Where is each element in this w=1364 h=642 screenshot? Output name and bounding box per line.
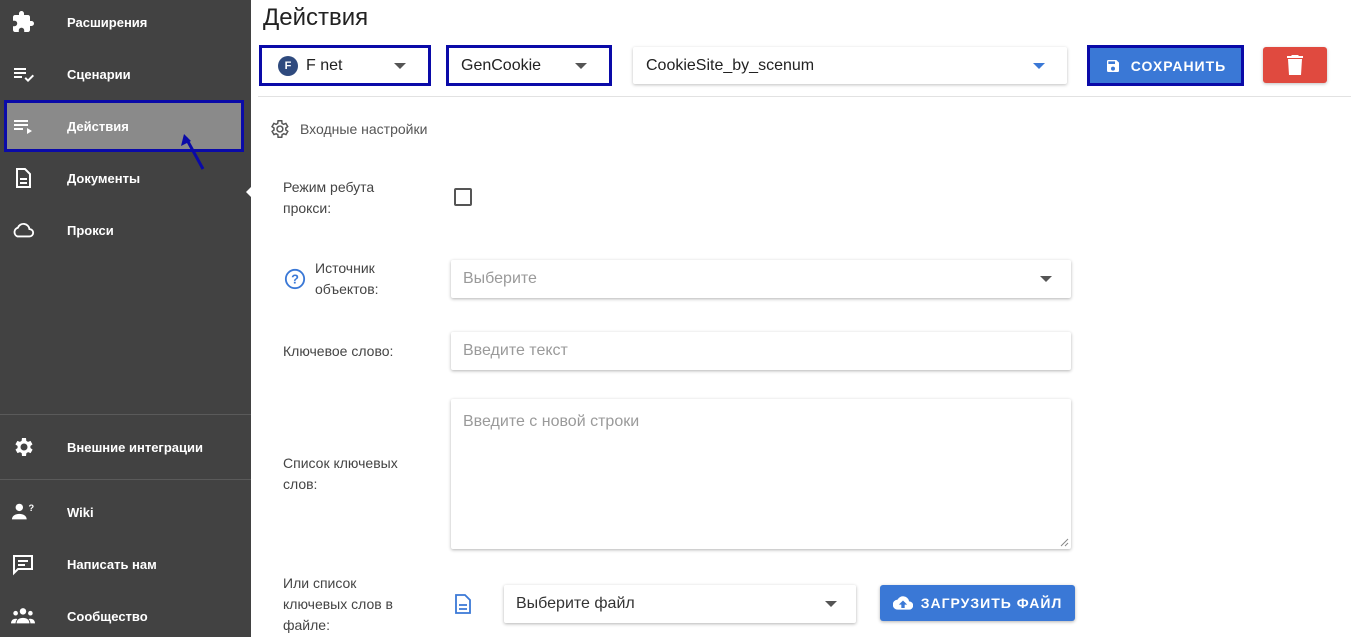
keyword-placeholder: Введите текст [463, 342, 568, 359]
svg-text:?: ? [29, 503, 35, 513]
sidebar-item-community[interactable]: Сообщество [0, 590, 251, 642]
puzzle-icon [11, 10, 35, 34]
gear-icon [11, 435, 35, 459]
object-source-select[interactable]: Выберите [451, 260, 1071, 298]
reboot-proxy-checkbox[interactable] [454, 188, 472, 206]
chevron-down-icon [825, 601, 837, 607]
save-button-label: СОХРАНИТЬ [1130, 57, 1227, 74]
chevron-down-icon [1033, 62, 1045, 69]
sidebar-item-label: Действия [67, 118, 129, 134]
section-header: Входные настройки [268, 118, 427, 140]
sidebar-item-label: Расширения [67, 14, 148, 30]
save-icon [1106, 59, 1119, 72]
sidebar: Расширения Сценарии Действия Документы П… [0, 0, 252, 637]
sidebar-item-extensions[interactable]: Расширения [0, 0, 251, 48]
sidebar-item-scenarios[interactable]: Сценарии [0, 48, 251, 100]
sidebar-item-contact[interactable]: Написать нам [0, 538, 251, 590]
action-select-value: GenCookie [461, 56, 542, 74]
chevron-down-icon [1040, 276, 1052, 282]
chevron-down-icon [575, 62, 587, 69]
sidebar-item-actions[interactable]: Действия [4, 100, 244, 152]
upload-button-label: ЗАГРУЗИТЬ ФАЙЛ [920, 595, 1063, 611]
page-title: Действия [263, 4, 369, 31]
section-title: Входные настройки [300, 121, 428, 137]
sidebar-item-label: Сценарии [67, 66, 131, 82]
cloud-upload-icon [892, 596, 913, 610]
account-select-value: F net [306, 56, 343, 74]
sidebar-item-label: Сообщество [67, 608, 148, 624]
document-icon [11, 166, 35, 190]
cloud-icon [11, 218, 35, 242]
pointer-arrow-icon [181, 134, 205, 170]
keyword-list-label: Список ключевых слов: [283, 455, 398, 492]
file-select[interactable]: Выберите файл [504, 585, 856, 623]
scenario-select[interactable]: CookieSite_by_scenum [633, 47, 1067, 84]
sidebar-item-label: Wiki [67, 504, 94, 520]
keyword-input[interactable]: Введите текст [451, 332, 1071, 370]
chevron-down-icon [394, 62, 406, 69]
file-icon [455, 594, 471, 614]
object-source-label: Источник объектов: [315, 260, 379, 297]
sidebar-item-label: Документы [67, 170, 141, 186]
sidebar-item-label: Написать нам [67, 556, 157, 572]
playlist-check-icon [11, 62, 35, 86]
sidebar-divider [0, 479, 251, 480]
sidebar-divider [0, 414, 251, 415]
gear-icon [271, 120, 289, 138]
people-icon [11, 604, 35, 628]
upload-file-button[interactable]: ЗАГРУЗИТЬ ФАЙЛ [880, 585, 1075, 621]
header-divider [258, 96, 1351, 97]
message-icon [11, 552, 35, 576]
sidebar-item-proxy[interactable]: Прокси [0, 204, 251, 256]
sidebar-item-wiki[interactable]: ? Wiki [0, 486, 251, 538]
trash-icon [1287, 55, 1303, 75]
file-select-value: Выберите файл [516, 595, 635, 612]
keyword-label: Ключевое слово: [283, 343, 394, 359]
playlist-play-icon [11, 114, 35, 138]
account-avatar: F [278, 55, 298, 76]
object-source-placeholder: Выберите [463, 270, 537, 287]
resize-handle-icon[interactable] [1060, 538, 1069, 547]
delete-button[interactable] [1263, 47, 1327, 83]
user-question-icon: ? [11, 500, 35, 524]
file-list-label: Или список ключевых слов в файле: [283, 575, 393, 633]
sidebar-item-documents[interactable]: Документы [0, 152, 251, 204]
keyword-list-placeholder: Введите с новой строки [463, 413, 640, 430]
sidebar-item-label: Внешние интеграции [67, 439, 203, 455]
sidebar-item-integrations[interactable]: Внешние интеграции [0, 421, 251, 473]
account-select[interactable]: F F net [259, 45, 431, 86]
svg-text:?: ? [291, 272, 299, 287]
help-icon[interactable]: ? [284, 268, 306, 290]
save-button[interactable]: СОХРАНИТЬ [1087, 45, 1244, 86]
sidebar-item-label: Прокси [67, 222, 114, 238]
reboot-proxy-label: Режим ребута прокси: [283, 179, 375, 216]
keyword-list-textarea[interactable]: Введите с новой строки [451, 399, 1071, 549]
scenario-select-value: CookieSite_by_scenum [646, 56, 815, 74]
collapse-arrow-icon[interactable] [246, 186, 252, 198]
action-select[interactable]: GenCookie [446, 45, 612, 86]
